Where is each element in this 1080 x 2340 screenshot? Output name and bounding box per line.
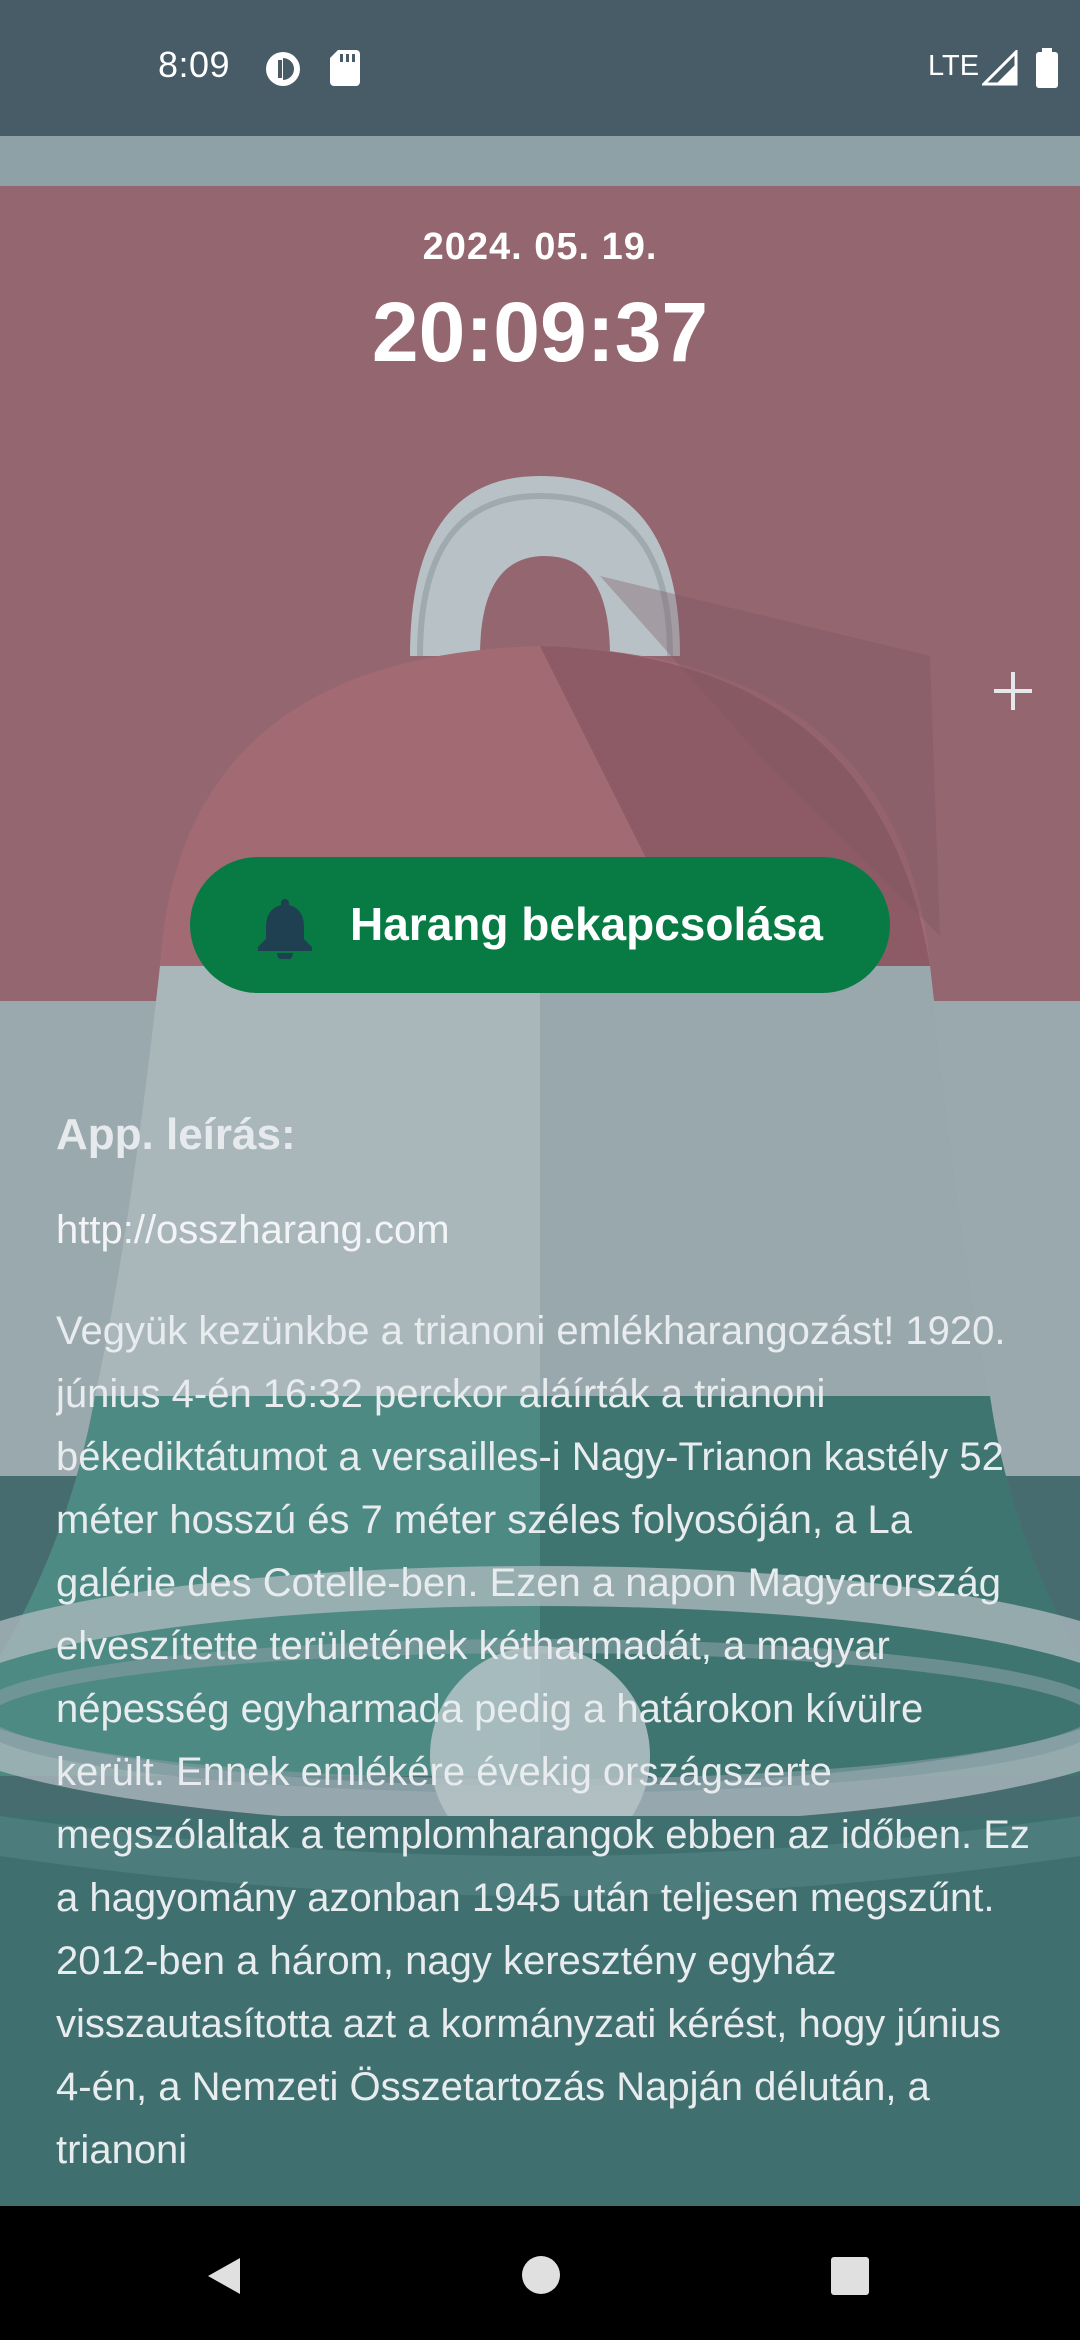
- signal-icon: [982, 50, 1018, 86]
- bell-icon: [258, 899, 312, 959]
- status-bar: 8:09 LTE: [0, 0, 1080, 136]
- bell-toggle-button[interactable]: Harang bekapcsolása: [190, 857, 890, 993]
- app-description-title: App. leírás:: [56, 1110, 296, 1159]
- battery-icon: [1036, 48, 1058, 88]
- plus-icon[interactable]: [988, 666, 1038, 716]
- website-link[interactable]: http://osszharang.com: [56, 1208, 450, 1253]
- current-date: 2024. 05. 19.: [422, 226, 658, 268]
- back-icon[interactable]: [200, 2252, 248, 2300]
- home-icon[interactable]: [520, 2254, 562, 2296]
- bell-toggle-label: Harang bekapcsolása: [350, 898, 824, 950]
- data-saver-icon: [266, 52, 300, 86]
- recents-icon[interactable]: [830, 2256, 870, 2296]
- status-time: 8:09: [158, 44, 231, 85]
- network-type: LTE: [928, 50, 980, 82]
- current-time: 20:09:37: [371, 285, 709, 379]
- sd-card-icon: [330, 50, 360, 86]
- navigation-bar: [0, 2206, 1080, 2340]
- app-description-text: Vegyük kezünkbe a trianoni emlékharangoz…: [56, 1309, 1030, 2172]
